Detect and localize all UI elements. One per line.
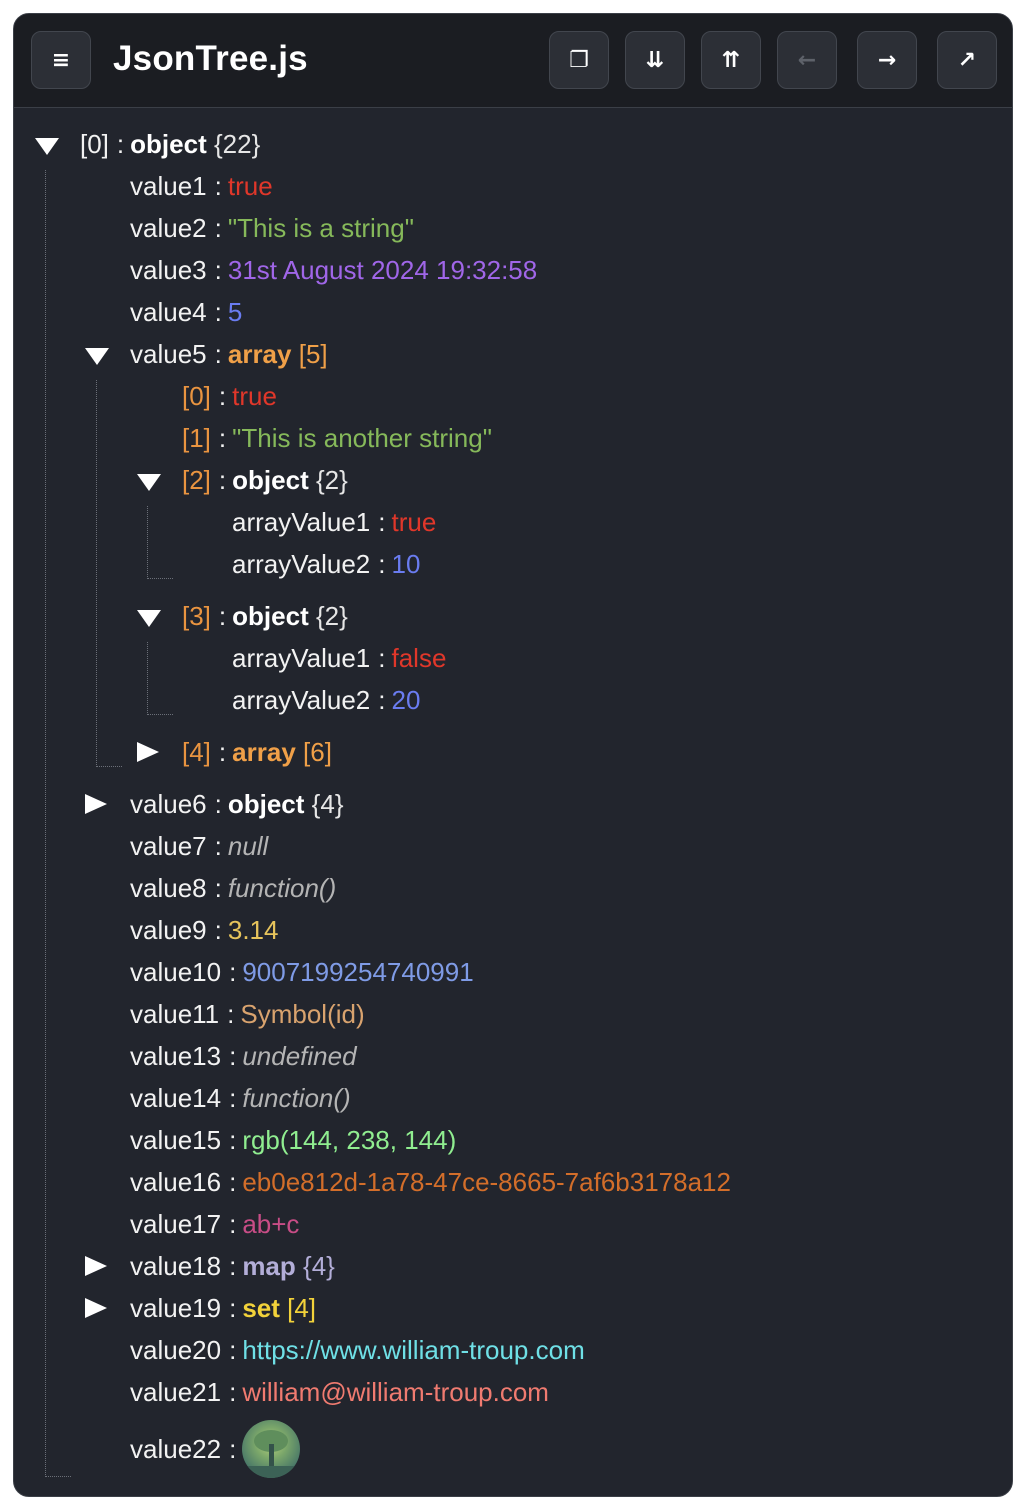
tree-node-value2: value2: "This is a string": [130, 213, 414, 243]
value19-expand-arrow-icon[interactable]: [85, 1298, 107, 1318]
value18-expand-arrow-icon[interactable]: [85, 1256, 107, 1276]
tree-node-value5-4: [4]: array [6]: [182, 737, 332, 767]
forward-button[interactable]: →: [857, 31, 917, 89]
tree-node-value13: value13: undefined: [130, 1041, 357, 1071]
json-tree-panel: ≡ JsonTree.js ❐ ⇊ ⇈ ← → ↗ [0]: object {22…: [13, 13, 1013, 1497]
tree-node-value5-2: [2]: object {2}: [182, 465, 348, 495]
collapse-all-button[interactable]: ⇈: [701, 31, 761, 89]
url-link[interactable]: https://www.william-troup.com: [242, 1335, 584, 1365]
back-button[interactable]: ←: [777, 31, 837, 89]
type-label: map: [242, 1251, 296, 1281]
tree-node-value5-1: [1]: "This is another string": [182, 423, 492, 453]
copy-icon: ❐: [569, 47, 589, 73]
tree-node-value8: value8: function(): [130, 873, 337, 903]
tree-node-value22: value22:: [130, 1420, 301, 1482]
arrow-up-right-icon: ↗: [957, 47, 977, 73]
tree-node-value11: value11: Symbol(id): [130, 999, 365, 1029]
expand-all-icon: ⇊: [645, 47, 665, 73]
menu-icon: ≡: [51, 47, 71, 73]
value5-guide-line: [96, 380, 122, 767]
tree-node-item2-arrayvalue2: arrayValue2:10: [232, 549, 421, 579]
tree-node-value19: value19: set [4]: [130, 1293, 317, 1323]
tree-node-value3: value3:31st August 2024 19:32:58: [130, 255, 538, 285]
type-label: object: [227, 789, 305, 819]
email-link[interactable]: william@william-troup.com: [242, 1377, 549, 1407]
tree-node-value10: value10:9007199254740991: [130, 957, 474, 987]
arrow-left-icon: ←: [797, 47, 817, 73]
type-label: array: [232, 737, 296, 767]
tree-node-value4: value4:5: [130, 297, 243, 327]
tree-node-value18: value18: map {4}: [130, 1251, 335, 1281]
item3-collapse-arrow-icon[interactable]: [137, 610, 161, 627]
app-title: JsonTree.js: [113, 39, 308, 78]
root-collapse-arrow-icon[interactable]: [35, 138, 59, 155]
tree-node-value15: value15: rgb(144, 238, 144): [130, 1125, 457, 1155]
menu-button[interactable]: ≡: [31, 31, 91, 89]
collapse-all-icon: ⇈: [721, 47, 741, 73]
open-button[interactable]: ↗: [937, 31, 997, 89]
type-label: array: [227, 339, 292, 369]
type-label: object: [232, 465, 309, 495]
tree-node-item2-arrayvalue1: arrayValue1: true: [232, 507, 437, 537]
tree-node-value5-3: [3]: object {2}: [182, 601, 348, 631]
tree-node-value14: value14: function(): [130, 1083, 351, 1113]
tree-node-value5: value5: array [5]: [130, 339, 328, 369]
tree-node-item3-arrayvalue1: arrayValue1: false: [232, 643, 447, 673]
type-label: object: [232, 601, 309, 631]
tree-node-value17: value17: ab+c: [130, 1209, 300, 1239]
tree-node-value5-0: [0]: true: [182, 381, 277, 411]
tree-node-value9: value9:3.14: [130, 915, 279, 945]
value6-expand-arrow-icon[interactable]: [85, 794, 107, 814]
tree-node-root: [0]: object {22}: [80, 129, 261, 159]
tree-image-icon[interactable]: [242, 1420, 301, 1478]
item3-guide-line: [147, 642, 173, 715]
tree-node-value6: value6: object {4}: [130, 789, 344, 819]
value5-collapse-arrow-icon[interactable]: [85, 348, 109, 365]
item4-expand-arrow-icon[interactable]: [137, 742, 159, 762]
expand-all-button[interactable]: ⇊: [625, 31, 685, 89]
tree-node-value20: value20: https://www.william-troup.com: [130, 1335, 585, 1365]
root-guide-line: [45, 170, 71, 1477]
item2-collapse-arrow-icon[interactable]: [137, 474, 161, 491]
copy-button[interactable]: ❐: [549, 31, 609, 89]
type-label: object: [130, 129, 207, 159]
item2-guide-line: [147, 506, 173, 579]
title-bar: ≡ JsonTree.js ❐ ⇊ ⇈ ← → ↗: [14, 14, 1012, 108]
tree-node-value1: value1: true: [130, 171, 273, 201]
tree-node-value16: value16: eb0e812d-1a78-47ce-8665-7af6b317…: [130, 1167, 731, 1197]
arrow-right-icon: →: [877, 47, 897, 73]
tree-node-item3-arrayvalue2: arrayValue2:20: [232, 685, 421, 715]
tree-node-value21: value21: william@william-troup.com: [130, 1377, 549, 1407]
tree-node-value7: value7: null: [130, 831, 269, 861]
type-label: set: [242, 1293, 280, 1323]
